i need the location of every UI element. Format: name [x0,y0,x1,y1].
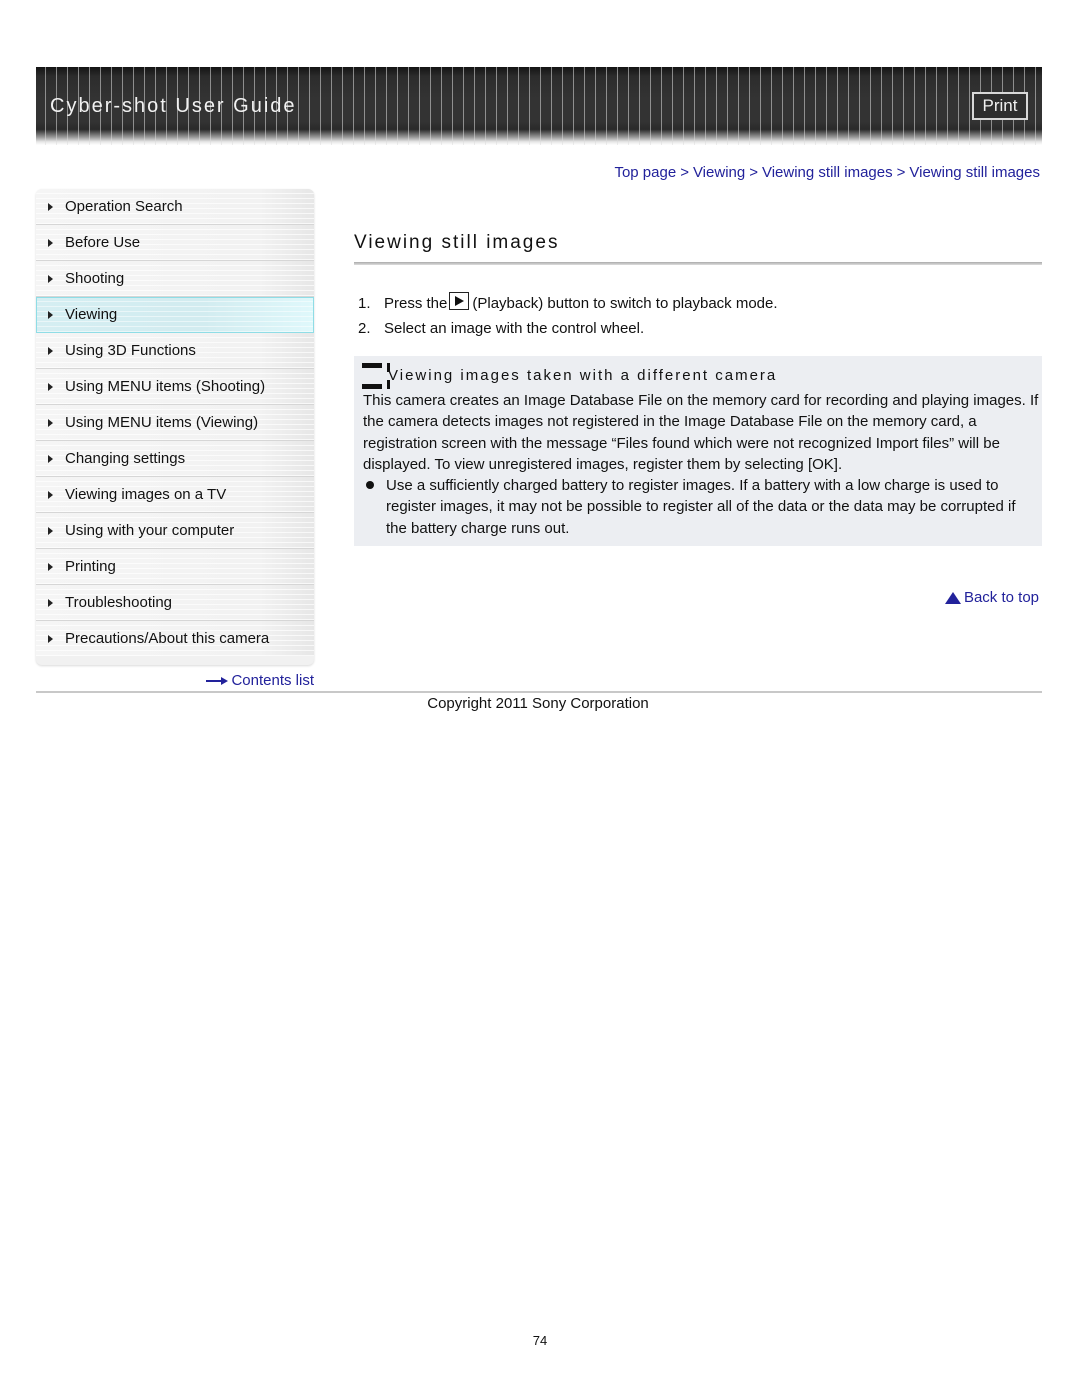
step-1: 1. Press the (Playback) button to switch t… [358,292,778,312]
step-2: 2. Select an image with the control wheel… [358,320,644,337]
sidebar-item-label: Changing settings [65,450,186,467]
sidebar-item-label: Using MENU items (Shooting) [65,378,266,395]
triangle-right-icon [48,563,53,571]
step-text: (Playback) button to switch to playback … [472,295,778,312]
note-body: This camera creates an Image Database Fi… [363,392,1039,473]
sidebar-item-label: Viewing images on a TV [65,486,227,503]
sidebar-item-label: Using MENU items (Viewing) [65,414,259,431]
footer-divider [36,691,1042,693]
note-heading: Viewing images taken with a different ca… [388,367,778,384]
breadcrumb-separator: > [896,164,906,181]
triangle-right-icon [48,527,53,535]
playback-icon [449,292,470,310]
breadcrumb-current-page[interactable]: Viewing still images [909,164,1040,181]
sidebar-item-label: Before Use [65,234,141,251]
sidebar-item-operation-search[interactable]: Operation Search [36,189,314,225]
sidebar-item-label: Using with your computer [65,522,235,539]
title-divider [354,262,1042,265]
sidebar-item-label: Operation Search [65,198,183,215]
copyright: Copyright 2011 Sony Corporation [427,695,649,712]
note-icon [362,363,390,389]
back-to-top-label: Back to top [963,589,1039,606]
sidebar-item-troubleshooting[interactable]: Troubleshooting [36,585,314,621]
sidebar-item-label: Precautions/About this camera [65,630,270,647]
triangle-up-icon [944,591,961,604]
arrow-right-icon [206,676,229,686]
note-bullet-text: Use a sufficiently charged battery to re… [386,477,1016,537]
page-number: 74 [532,1333,548,1348]
contents-list-label: Contents list [231,672,314,689]
sidebar-item-precautions[interactable]: Precautions/About this camera [36,621,314,656]
sidebar-nav: Operation Search Before Use Shooting Vie… [36,189,314,665]
guide-title: Cyber-shot User Guide [50,95,297,117]
triangle-right-icon [48,419,53,427]
triangle-right-icon [48,203,53,211]
breadcrumb-viewing-still-images[interactable]: Viewing still images [762,164,893,181]
triangle-right-icon [48,491,53,499]
sidebar-item-label: Troubleshooting [65,594,173,611]
note-box: Viewing images taken with a different ca… [354,356,1042,546]
bullet-icon [366,481,374,489]
sidebar-item-printing[interactable]: Printing [36,549,314,585]
breadcrumb-viewing[interactable]: Viewing [693,164,745,181]
step-text: Select an image with the control wheel. [384,320,645,337]
breadcrumb-top-page[interactable]: Top page [614,164,676,181]
header-banner: Cyber-shot User Guide Print [36,67,1042,145]
sidebar-item-viewing-on-tv[interactable]: Viewing images on a TV [36,477,314,513]
sidebar-item-using-with-computer[interactable]: Using with your computer [36,513,314,549]
triangle-right-icon [48,239,53,247]
triangle-right-icon [48,311,53,319]
sidebar-item-using-3d-functions[interactable]: Using 3D Functions [36,333,314,369]
back-to-top-link[interactable]: Back to top [944,589,1039,606]
print-button[interactable]: Print [972,92,1028,120]
breadcrumb-separator: > [680,164,689,181]
triangle-right-icon [48,599,53,607]
page-title: Viewing still images [354,232,560,253]
triangle-right-icon [48,635,53,643]
triangle-right-icon [48,383,53,391]
triangle-right-icon [48,347,53,355]
contents-list-link[interactable]: Contents list [206,672,314,689]
breadcrumb-separator: > [749,164,758,181]
note-bullet: Use a sufficiently charged battery to re… [363,475,1039,539]
sidebar-item-viewing[interactable]: Viewing [36,297,314,333]
sidebar-item-before-use[interactable]: Before Use [36,225,314,261]
sidebar-item-menu-viewing[interactable]: Using MENU items (Viewing) [36,405,314,441]
breadcrumb: Top page > Viewing > Viewing still images > Vi… [614,164,1040,181]
sidebar-item-shooting[interactable]: Shooting [36,261,314,297]
sidebar-item-label: Viewing [65,306,118,323]
sidebar-item-changing-settings[interactable]: Changing settings [36,441,314,477]
step-number: 2. [358,320,371,337]
triangle-right-icon [48,275,53,283]
step-number: 1. [358,295,371,312]
sidebar-item-label: Printing [65,558,116,575]
step-text: Press the [384,295,448,312]
triangle-right-icon [48,455,53,463]
sidebar-item-label: Using 3D Functions [65,342,196,359]
sidebar-item-menu-shooting[interactable]: Using MENU items (Shooting) [36,369,314,405]
sidebar-item-label: Shooting [65,270,125,287]
